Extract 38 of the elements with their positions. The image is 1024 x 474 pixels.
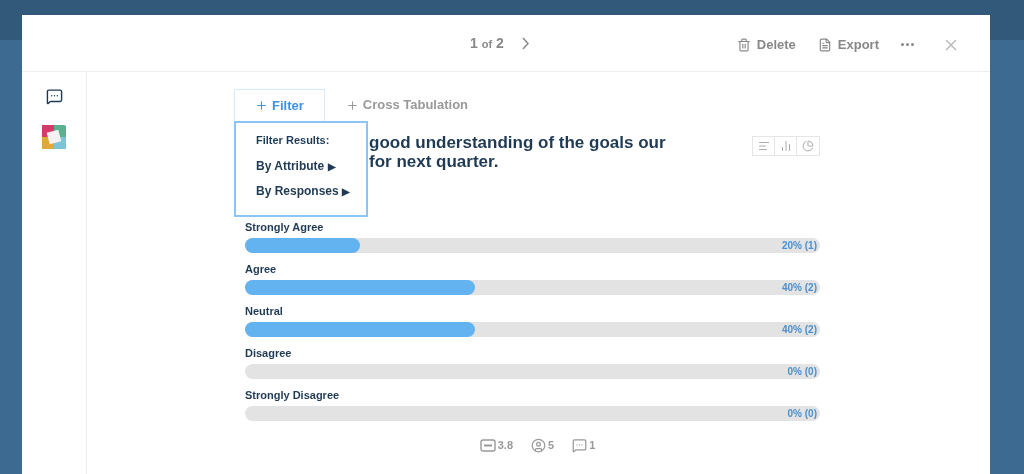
bar-reading: 0% (0) <box>787 407 817 421</box>
user-icon <box>531 437 546 453</box>
stat-value: 1 <box>589 438 596 453</box>
stat-value: 5 <box>548 438 555 453</box>
bar-reading: 20% (1) <box>782 239 817 253</box>
comment-icon <box>45 88 63 105</box>
bar-reading: 40% (2) <box>782 323 817 337</box>
stat-value: 3.8 <box>497 438 513 453</box>
answer-label: Disagree <box>245 346 293 359</box>
plus-icon <box>255 99 268 112</box>
menu-heading: Filter Results: <box>256 133 331 147</box>
app-logo-icon[interactable] <box>42 125 66 149</box>
chevron-right-icon <box>521 37 529 50</box>
menu-item[interactable]: By Attribute ▶ <box>256 159 336 174</box>
next-button[interactable] <box>521 37 529 50</box>
bar-reading: 40% (2) <box>782 281 817 295</box>
more-button[interactable] <box>901 43 914 47</box>
document-icon <box>817 37 832 52</box>
more-icon <box>901 43 914 47</box>
answer-label: Neutral <box>245 304 284 317</box>
comment-button[interactable] <box>45 88 63 105</box>
answer-label: Agree <box>245 262 278 275</box>
comment-icon <box>572 437 588 453</box>
plus-icon <box>345 98 359 112</box>
export-button[interactable]: Export <box>817 35 879 55</box>
bars-icon <box>757 140 770 152</box>
menu-item[interactable]: By Responses ▶ <box>256 184 351 199</box>
answer-label: Strongly Agree <box>245 220 325 233</box>
trash-icon <box>736 37 751 52</box>
average-icon <box>479 438 496 452</box>
page-indicator: 1 of 2 <box>470 34 504 53</box>
question-title: good understanding of the goals our for next quarter. <box>369 133 666 171</box>
answer-label: Strongly Disagree <box>245 388 341 401</box>
delete-button[interactable]: Delete <box>736 35 796 55</box>
pie-chart-icon <box>802 140 814 152</box>
bar-reading: 0% (0) <box>787 365 817 379</box>
column-chart-icon <box>779 140 792 152</box>
tab[interactable]: Cross Tabulation <box>324 89 489 121</box>
